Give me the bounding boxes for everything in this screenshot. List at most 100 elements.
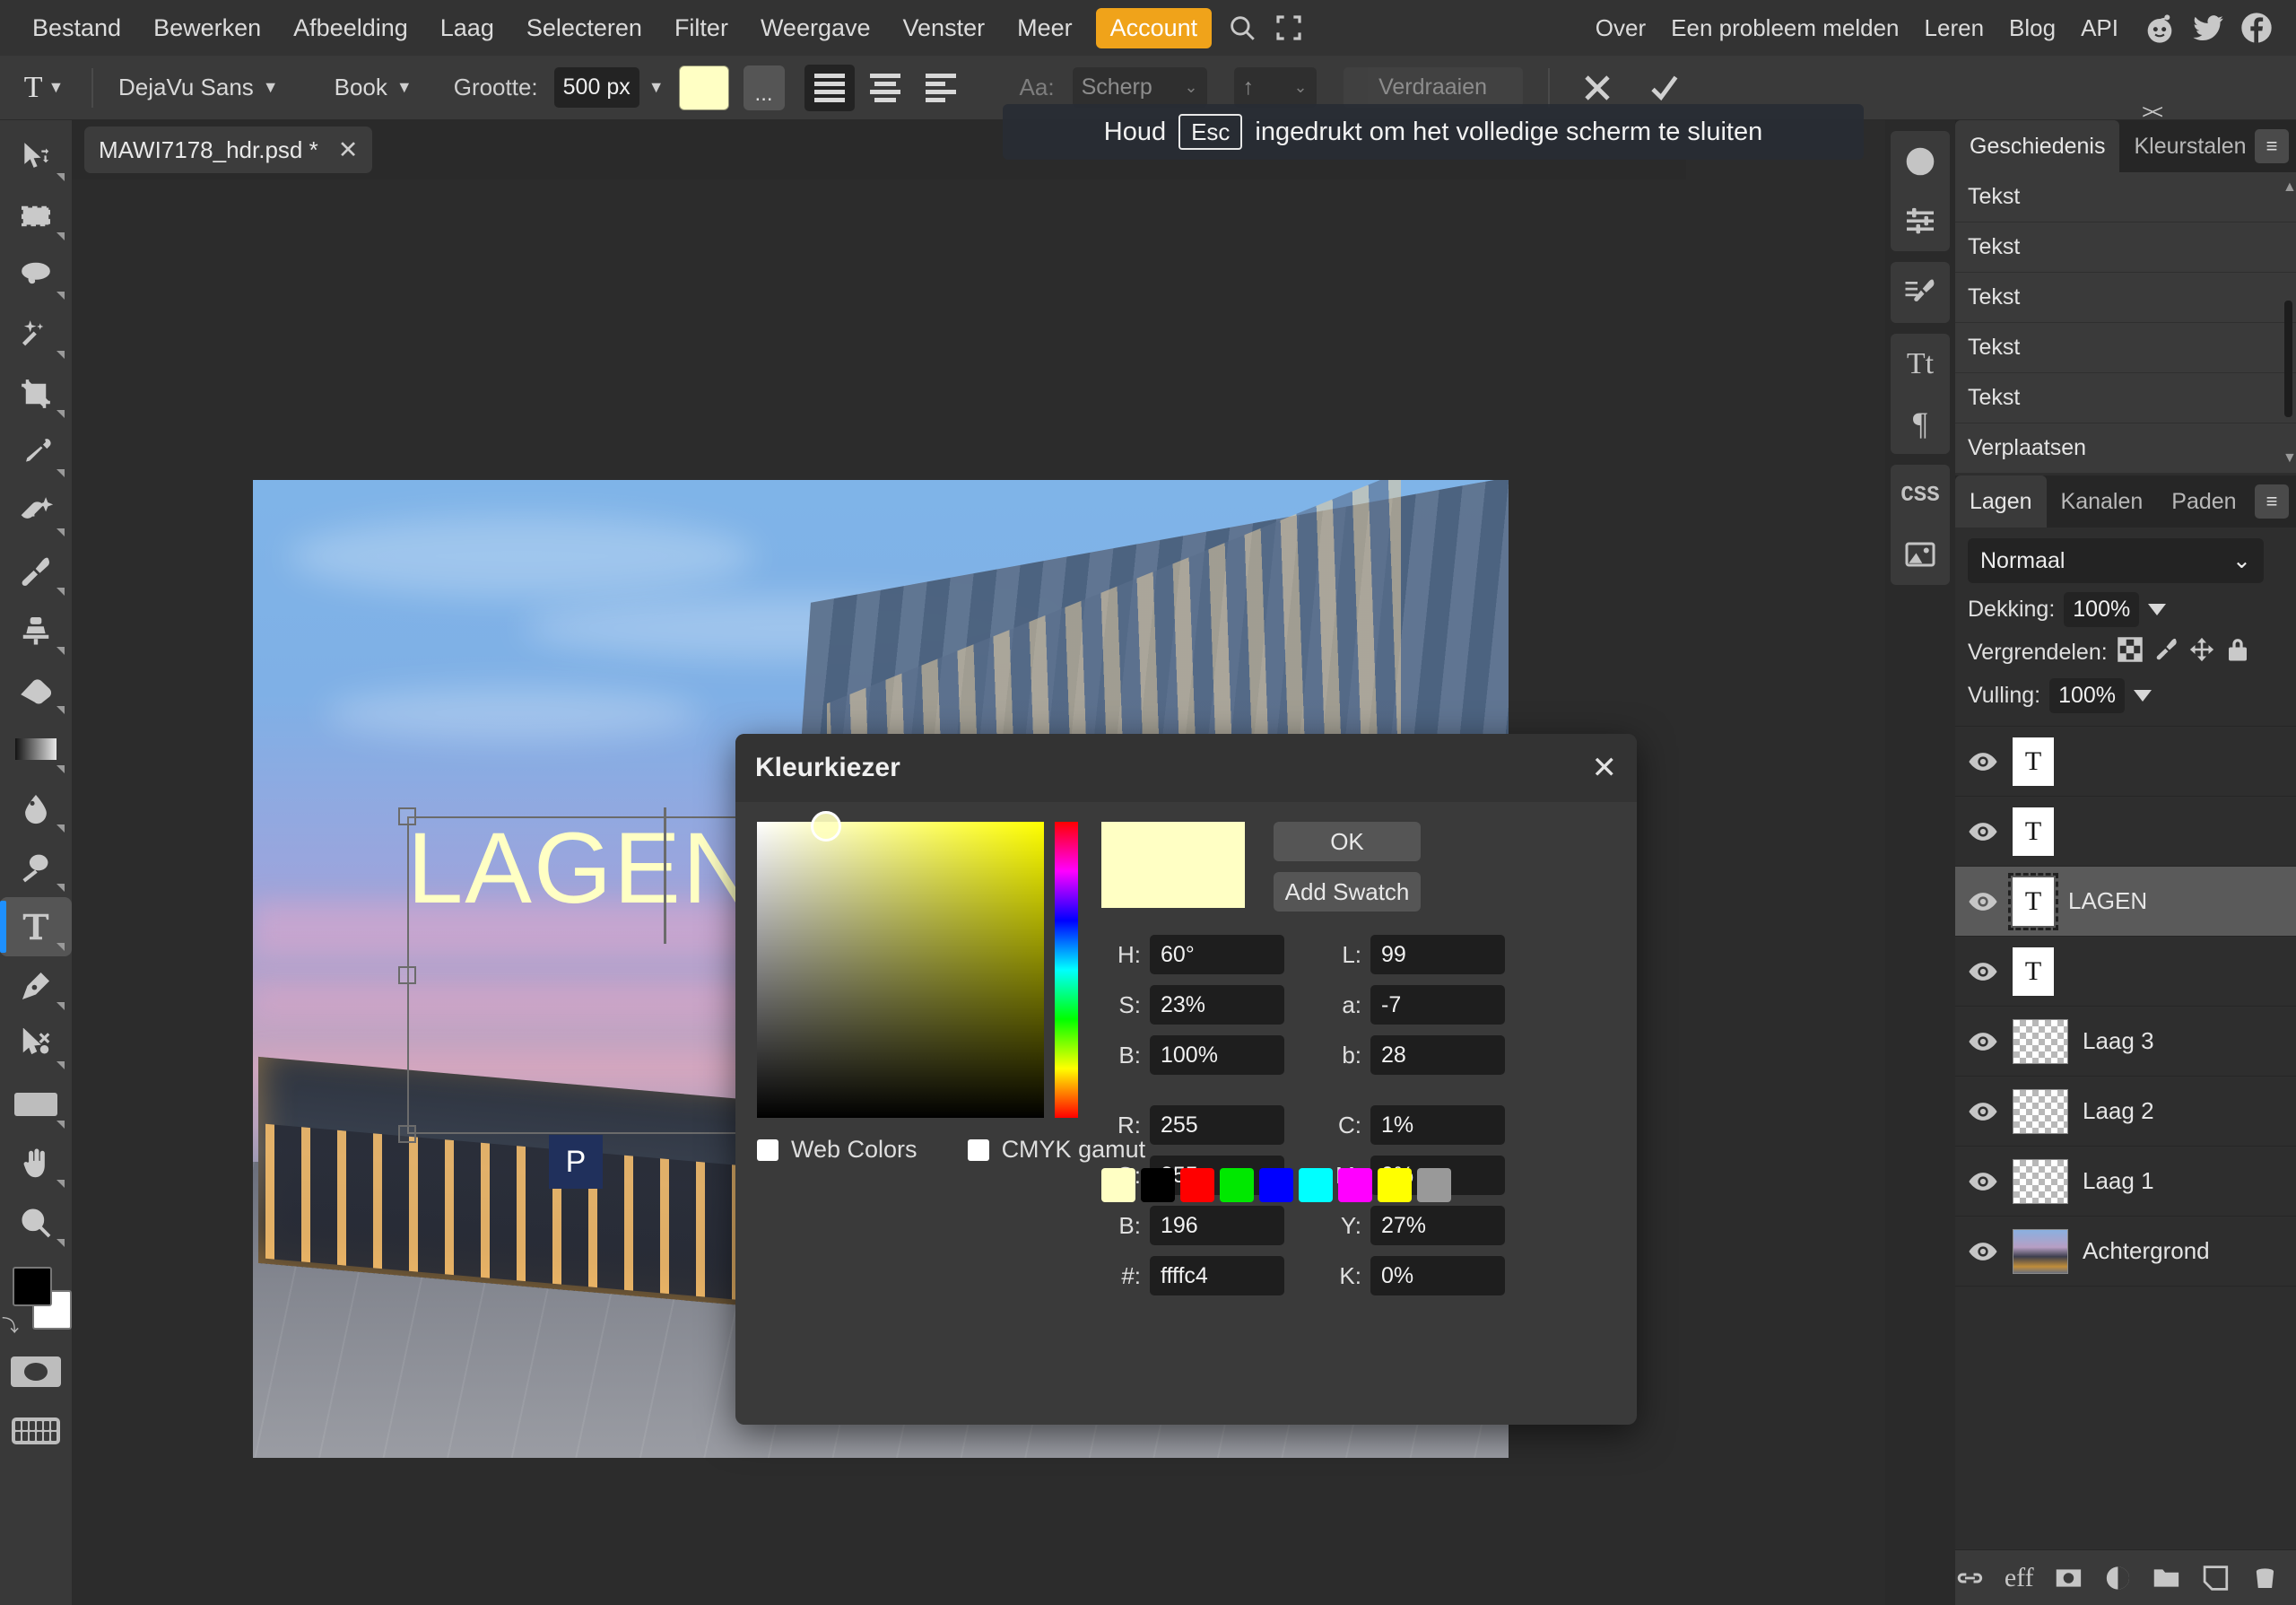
- eraser-tool[interactable]: [0, 660, 72, 720]
- web-colors-checkbox[interactable]: Web Colors: [757, 1136, 918, 1164]
- history-item[interactable]: Tekst: [1955, 323, 2296, 373]
- layer-row[interactable]: Laag 2: [1955, 1077, 2296, 1147]
- quick-mask-icon[interactable]: [0, 1342, 72, 1401]
- image-icon[interactable]: [1895, 531, 1945, 578]
- tab-geschiedenis[interactable]: Geschiedenis: [1955, 120, 2120, 172]
- menu-item-venster[interactable]: Venster: [887, 9, 1002, 48]
- align-left-icon[interactable]: [804, 64, 855, 111]
- paragraph-icon[interactable]: ¶: [1895, 400, 1945, 447]
- foreground-color-swatch[interactable]: [13, 1267, 52, 1306]
- swatch-black[interactable]: [1141, 1168, 1175, 1202]
- info-icon[interactable]: [1895, 138, 1945, 185]
- swap-colors-icon[interactable]: ⤵: [2, 1313, 19, 1337]
- menu-item-bewerken[interactable]: Bewerken: [137, 9, 277, 48]
- hand-tool[interactable]: [0, 1134, 72, 1193]
- history-item[interactable]: Tekst: [1955, 373, 2296, 423]
- menu-item-afbeelding[interactable]: Afbeelding: [277, 9, 424, 48]
- layer-thumbnail-transparent[interactable]: [2013, 1088, 2068, 1134]
- blur-tool[interactable]: [0, 779, 72, 838]
- menu-item-over[interactable]: Over: [1583, 9, 1658, 48]
- lasso-tool[interactable]: [0, 246, 72, 305]
- twitter-icon[interactable]: [2188, 8, 2228, 48]
- field-input-c[interactable]: 1%: [1370, 1105, 1505, 1145]
- layer-mask-icon[interactable]: [2054, 1562, 2083, 1594]
- history-scrollbar[interactable]: ▲ ▼: [2283, 179, 2296, 466]
- resize-handle-tl[interactable]: [398, 807, 416, 825]
- field-input-lab-b[interactable]: 28: [1370, 1035, 1505, 1075]
- more-options-button[interactable]: ...: [743, 65, 785, 110]
- field-input-s[interactable]: 23%: [1150, 985, 1284, 1025]
- brush-settings-icon[interactable]: [1895, 269, 1945, 316]
- history-item[interactable]: Tekst: [1955, 222, 2296, 273]
- field-input-hex[interactable]: ffffc4: [1150, 1256, 1284, 1295]
- field-input-k[interactable]: 0%: [1370, 1256, 1505, 1295]
- swatch-red[interactable]: [1180, 1168, 1214, 1202]
- menu-item-weergave[interactable]: Weergave: [744, 9, 887, 48]
- cmyk-gamut-checkbox[interactable]: CMYK gamut: [967, 1136, 1145, 1164]
- panel-menu-icon[interactable]: ≡: [2255, 484, 2289, 519]
- layer-thumbnail-text[interactable]: T: [2013, 807, 2054, 856]
- swatch-cyan[interactable]: [1299, 1168, 1333, 1202]
- menu-item-leren[interactable]: Leren: [1912, 9, 1997, 48]
- menu-item-selecteren[interactable]: Selecteren: [510, 9, 658, 48]
- swatch-yellow[interactable]: [1378, 1168, 1412, 1202]
- scroll-down-icon[interactable]: ▼: [2283, 450, 2296, 467]
- menu-item-blog[interactable]: Blog: [1996, 9, 2068, 48]
- menu-item-meer[interactable]: Meer: [1001, 9, 1089, 48]
- search-icon[interactable]: [1219, 7, 1265, 48]
- layer-row[interactable]: T: [1955, 727, 2296, 797]
- font-family-select[interactable]: DejaVu Sans ▼: [108, 67, 290, 108]
- layer-thumbnail-image[interactable]: [2013, 1228, 2068, 1274]
- field-input-r[interactable]: 255: [1150, 1105, 1284, 1145]
- document-tab[interactable]: MAWI7178_hdr.psd * ✕: [84, 126, 373, 173]
- adjustments-icon[interactable]: [1895, 197, 1945, 244]
- layer-thumbnail-transparent[interactable]: [2013, 1158, 2068, 1204]
- chevron-down-icon[interactable]: [2148, 604, 2167, 615]
- blend-mode-select[interactable]: Normaal ⌄: [1968, 538, 2264, 583]
- layer-effects-icon[interactable]: eff: [2005, 1563, 2034, 1593]
- tab-kleurstalen[interactable]: Kleurstalen: [2119, 120, 2260, 172]
- scrollbar-thumb[interactable]: [2284, 301, 2292, 417]
- layer-row-selected[interactable]: T LAGEN: [1955, 867, 2296, 937]
- heal-tool[interactable]: [0, 483, 72, 542]
- swatch-blue[interactable]: [1259, 1168, 1293, 1202]
- fill-input[interactable]: 100%: [2049, 678, 2126, 713]
- menu-item-bestand[interactable]: Bestand: [16, 9, 137, 48]
- swatch-magenta[interactable]: [1338, 1168, 1372, 1202]
- lock-paint-icon[interactable]: [2152, 636, 2179, 669]
- swatch-green[interactable]: [1220, 1168, 1254, 1202]
- color-swatches[interactable]: ⤵: [0, 1260, 72, 1342]
- text-tool-icon[interactable]: T ▼: [11, 65, 77, 111]
- color-picker-dialog[interactable]: Kleurkiezer ✕ OK Add Swatch H: 60° L: 99…: [735, 734, 1637, 1425]
- layer-row[interactable]: T: [1955, 797, 2296, 867]
- history-item[interactable]: Verplaatsen: [1955, 423, 2296, 474]
- eyedropper-tool[interactable]: [0, 423, 72, 483]
- history-item[interactable]: Tekst: [1955, 273, 2296, 323]
- antialias-select[interactable]: Scherp ⌄: [1072, 67, 1207, 108]
- opacity-input[interactable]: 100%: [2064, 592, 2140, 627]
- align-center-icon[interactable]: [860, 65, 910, 111]
- path-select-tool[interactable]: [0, 1016, 72, 1075]
- move-tool[interactable]: [0, 127, 72, 187]
- layer-row[interactable]: Laag 3: [1955, 1007, 2296, 1077]
- brush-tool[interactable]: [0, 542, 72, 601]
- field-input-a[interactable]: -7: [1370, 985, 1505, 1025]
- fullscreen-icon[interactable]: [1265, 7, 1312, 48]
- gradient-tool[interactable]: [0, 720, 72, 779]
- crop-tool[interactable]: [0, 364, 72, 423]
- tab-lagen[interactable]: Lagen: [1955, 475, 2047, 528]
- menu-item-laag[interactable]: Laag: [424, 9, 510, 48]
- clone-stamp-tool[interactable]: [0, 601, 72, 660]
- swatch-cream[interactable]: [1101, 1168, 1135, 1202]
- panel-menu-icon[interactable]: ≡: [2255, 129, 2289, 163]
- history-item[interactable]: Tekst: [1955, 172, 2296, 222]
- layer-row[interactable]: Achtergrond: [1955, 1217, 2296, 1287]
- layer-thumbnail-text[interactable]: T: [2013, 737, 2054, 786]
- delete-layer-icon[interactable]: [2250, 1562, 2280, 1594]
- chevron-down-icon[interactable]: [2134, 690, 2152, 702]
- layer-thumbnail-transparent[interactable]: [2013, 1018, 2068, 1064]
- layer-thumbnail-text[interactable]: T: [2008, 872, 2058, 930]
- layer-row[interactable]: Laag 1: [1955, 1147, 2296, 1217]
- ok-button[interactable]: OK: [1274, 822, 1421, 861]
- lock-move-icon[interactable]: [2188, 636, 2215, 669]
